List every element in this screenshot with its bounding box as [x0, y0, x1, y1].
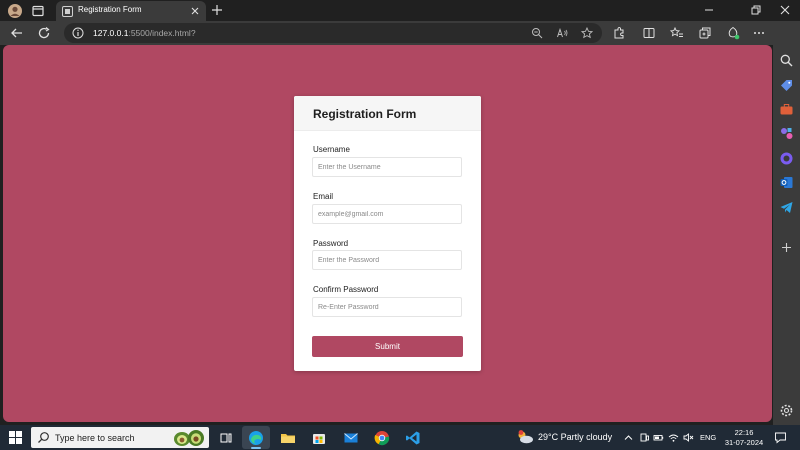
read-aloud-icon[interactable] — [556, 27, 568, 39]
microsoft-store-icon[interactable] — [305, 426, 333, 449]
search-icon — [38, 432, 49, 443]
email-label: Email — [313, 192, 334, 201]
restore-icon[interactable] — [749, 3, 763, 17]
edge-taskbar-icon[interactable] — [242, 426, 270, 449]
page-favicon-icon — [62, 6, 73, 17]
wifi-icon[interactable] — [668, 432, 679, 443]
zoom-out-icon[interactable] — [531, 27, 543, 39]
refresh-icon[interactable] — [37, 26, 51, 40]
page-viewport: Registration Form Username Email Passwor… — [3, 45, 772, 422]
vscode-icon[interactable] — [399, 426, 427, 449]
windows-taskbar: Type here to search 29°C Partly cloudy E… — [0, 425, 800, 450]
mail-icon[interactable] — [337, 426, 365, 449]
url-text[interactable]: 127.0.0.1:5500/index.html? — [93, 28, 196, 38]
collections-icon[interactable] — [698, 26, 712, 40]
tools-briefcase-icon[interactable] — [779, 102, 794, 117]
taskbar-search-box[interactable]: Type here to search — [31, 427, 209, 448]
volume-muted-icon[interactable] — [683, 432, 694, 443]
task-view-icon[interactable] — [212, 426, 240, 449]
telegram-icon[interactable] — [779, 200, 794, 215]
show-hidden-icons-chevron-icon[interactable] — [623, 432, 634, 443]
favorite-star-icon[interactable] — [581, 27, 593, 39]
password-label: Password — [313, 239, 349, 248]
tab-actions-icon[interactable] — [29, 2, 47, 20]
settings-gear-icon[interactable] — [779, 403, 794, 418]
browser-toolbar: 127.0.0.1:5500/index.html? — [0, 21, 800, 45]
games-icon[interactable] — [779, 126, 794, 141]
close-window-icon[interactable] — [778, 3, 792, 17]
search-placeholder: Type here to search — [55, 433, 135, 443]
minimize-icon[interactable] — [702, 3, 716, 17]
profile-avatar-icon[interactable] — [6, 2, 24, 20]
site-info-icon[interactable] — [72, 27, 84, 39]
tab-registration-form[interactable]: Registration Form — [56, 1, 206, 23]
address-bar[interactable]: 127.0.0.1:5500/index.html? — [64, 23, 602, 43]
favorites-icon[interactable] — [670, 26, 684, 40]
search-icon[interactable] — [779, 53, 794, 68]
notification-center-icon[interactable] — [774, 431, 787, 444]
device-icon[interactable] — [639, 432, 650, 443]
confirm-password-input[interactable] — [312, 297, 462, 317]
weather-widget[interactable]: 29°C Partly cloudy — [516, 430, 612, 444]
form-title: Registration Form — [313, 107, 417, 121]
clock-date: 31-07-2024 — [724, 438, 764, 447]
close-tab-icon[interactable] — [190, 6, 200, 16]
add-sidebar-app-icon[interactable] — [779, 240, 794, 255]
more-options-icon[interactable] — [752, 26, 766, 40]
form-header: Registration Form — [294, 96, 481, 131]
confirm-password-label: Confirm Password — [313, 285, 379, 294]
username-input[interactable] — [312, 157, 462, 177]
username-label: Username — [313, 145, 350, 154]
weather-text: 29°C Partly cloudy — [538, 432, 613, 442]
email-input[interactable] — [312, 204, 462, 224]
password-input[interactable] — [312, 250, 462, 270]
shopping-tag-icon[interactable] — [779, 78, 794, 93]
file-explorer-icon[interactable] — [274, 426, 302, 449]
tab-title: Registration Form — [78, 5, 142, 14]
windows-start-icon[interactable] — [9, 431, 22, 444]
system-clock[interactable]: 22:16 31-07-2024 — [724, 428, 764, 448]
browser-essentials-icon[interactable] — [726, 26, 740, 40]
new-tab-icon[interactable] — [210, 3, 224, 17]
outlook-icon[interactable] — [779, 175, 794, 190]
battery-icon[interactable] — [653, 432, 664, 443]
edge-sidebar — [773, 45, 800, 425]
clock-time: 22:16 — [734, 428, 754, 437]
chrome-icon[interactable] — [368, 426, 396, 449]
back-icon[interactable] — [10, 26, 24, 40]
registration-form-card: Registration Form Username Email Passwor… — [294, 96, 481, 371]
partly-cloudy-icon — [518, 430, 533, 444]
copilot-app-icon[interactable] — [779, 151, 794, 166]
split-screen-icon[interactable] — [642, 26, 656, 40]
avocado-search-highlight-icon — [174, 430, 204, 446]
submit-button[interactable]: Submit — [312, 336, 463, 357]
tab-strip: Registration Form — [0, 0, 800, 23]
extensions-icon[interactable] — [612, 26, 626, 40]
input-language-indicator[interactable]: ENG — [700, 433, 716, 442]
